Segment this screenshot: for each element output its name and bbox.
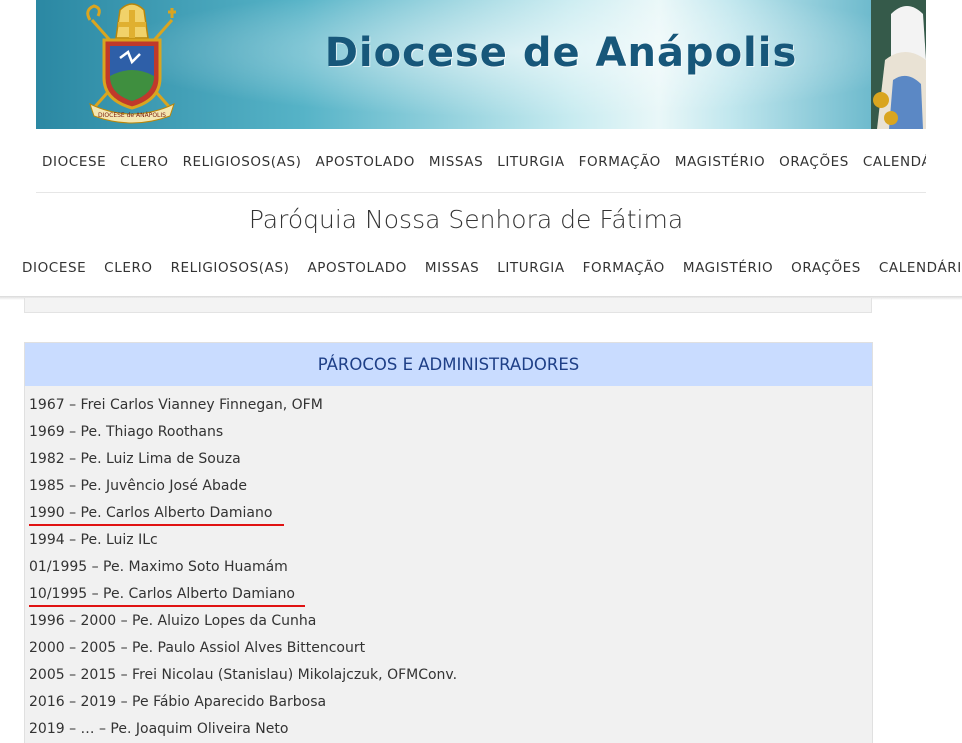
nav-divider bbox=[36, 192, 926, 193]
list-item-text: 01/1995 – Pe. Maximo Soto Huamám bbox=[29, 559, 288, 575]
list-item: 1985 – Pe. Juvêncio José Abade bbox=[29, 473, 872, 500]
nav-item-liturgia[interactable]: LITURGIA bbox=[497, 255, 565, 281]
list-item: 1990 – Pe. Carlos Alberto Damiano bbox=[29, 500, 872, 527]
list-item: 1967 – Frei Carlos Vianney Finnegan, OFM bbox=[29, 392, 872, 419]
previous-content-box bbox=[24, 298, 872, 313]
site-banner[interactable]: DIOCESE de ANÁPOLIS Diocese de Anápolis bbox=[36, 0, 926, 129]
crest-ribbon-text: DIOCESE de ANÁPOLIS bbox=[98, 112, 166, 119]
list-item-text: 1996 – 2000 – Pe. Aluizo Lopes da Cunha bbox=[29, 613, 317, 629]
nav-top-item-missas[interactable]: MISSAS bbox=[429, 150, 483, 174]
list-item-text: 1982 – Pe. Luiz Lima de Souza bbox=[29, 451, 241, 467]
nav-item-apostolado[interactable]: APOSTOLADO bbox=[307, 255, 407, 281]
parochos-list: 1967 – Frei Carlos Vianney Finnegan, OFM… bbox=[25, 386, 872, 743]
statue-icon bbox=[871, 0, 926, 129]
list-item: 2016 – 2019 – Pe Fábio Aparecido Barbosa bbox=[29, 689, 872, 716]
list-item: 1996 – 2000 – Pe. Aluizo Lopes da Cunha bbox=[29, 608, 872, 635]
nav-item-religiosos[interactable]: RELIGIOSOS(AS) bbox=[171, 255, 290, 281]
nav-item-formacao[interactable]: FORMAÇÃO bbox=[583, 255, 665, 281]
nav-top-item-oracoes[interactable]: ORAÇÕES bbox=[779, 150, 849, 174]
list-item: 2000 – 2005 – Pe. Paulo Assiol Alves Bit… bbox=[29, 635, 872, 662]
nav-item-clero[interactable]: CLERO bbox=[104, 255, 152, 281]
nav-item-magisterio[interactable]: MAGISTÉRIO bbox=[683, 255, 773, 281]
nav-top-item-calendario[interactable]: CALENDÁRIO bbox=[863, 150, 926, 174]
list-item-text: 1990 – Pe. Carlos Alberto Damiano bbox=[29, 505, 273, 521]
banner-title: Diocese de Anápolis bbox=[324, 30, 798, 76]
list-item-text: 2000 – 2005 – Pe. Paulo Assiol Alves Bit… bbox=[29, 640, 366, 656]
list-item-text: 2019 – … – Pe. Joaquim Oliveira Neto bbox=[29, 721, 289, 737]
nav-item-calendario[interactable]: CALENDÁRIO bbox=[879, 255, 962, 281]
list-item-text: 2016 – 2019 – Pe Fábio Aparecido Barbosa bbox=[29, 694, 327, 710]
nav-top-item-religiosos[interactable]: RELIGIOSOS(AS) bbox=[183, 150, 302, 174]
list-item-text: 2005 – 2015 – Frei Nicolau (Stanislau) M… bbox=[29, 667, 458, 683]
list-item-text: 1985 – Pe. Juvêncio José Abade bbox=[29, 478, 247, 494]
list-item: 10/1995 – Pe. Carlos Alberto Damiano bbox=[29, 581, 872, 608]
red-underline-annotation bbox=[29, 605, 305, 607]
nav-top-item-liturgia[interactable]: LITURGIA bbox=[497, 150, 565, 174]
list-item: 2019 – … – Pe. Joaquim Oliveira Neto bbox=[29, 716, 872, 743]
nav-item-missas[interactable]: MISSAS bbox=[425, 255, 479, 281]
red-underline-annotation bbox=[29, 524, 284, 526]
parish-title: Paróquia Nossa Senhora de Fátima bbox=[248, 205, 684, 234]
coat-of-arms-icon: DIOCESE de ANÁPOLIS bbox=[86, 3, 176, 124]
list-item-text: 1969 – Pe. Thiago Roothans bbox=[29, 424, 224, 440]
nav-top-item-clero[interactable]: CLERO bbox=[120, 150, 168, 174]
main-nav-top: DIOCESE CLERO RELIGIOSOS(AS) APOSTOLADO … bbox=[36, 150, 926, 174]
list-item: 1969 – Pe. Thiago Roothans bbox=[29, 419, 872, 446]
list-item-text: 1967 – Frei Carlos Vianney Finnegan, OFM bbox=[29, 397, 323, 413]
nav-item-diocese[interactable]: DIOCESE bbox=[22, 255, 86, 281]
nav-top-item-formacao[interactable]: FORMAÇÃO bbox=[579, 150, 661, 174]
nav-top-item-apostolado[interactable]: APOSTOLADO bbox=[315, 150, 415, 174]
list-item: 2005 – 2015 – Frei Nicolau (Stanislau) M… bbox=[29, 662, 872, 689]
list-item-text: 10/1995 – Pe. Carlos Alberto Damiano bbox=[29, 586, 295, 602]
parochos-heading: PÁROCOS E ADMINISTRADORES bbox=[25, 343, 872, 386]
list-item: 1982 – Pe. Luiz Lima de Souza bbox=[29, 446, 872, 473]
nav-item-oracoes[interactable]: ORAÇÕES bbox=[791, 255, 861, 281]
nav-top-item-diocese[interactable]: DIOCESE bbox=[42, 150, 106, 174]
nav-top-item-magisterio[interactable]: MAGISTÉRIO bbox=[675, 150, 765, 174]
list-item: 1994 – Pe. Luiz ILc bbox=[29, 527, 872, 554]
list-item: 01/1995 – Pe. Maximo Soto Huamám bbox=[29, 554, 872, 581]
parochos-section: PÁROCOS E ADMINISTRADORES 1967 – Frei Ca… bbox=[24, 342, 873, 743]
sticky-nav: DIOCESE CLERO RELIGIOSOS(AS) APOSTOLADO … bbox=[0, 255, 962, 281]
list-item-text: 1994 – Pe. Luiz ILc bbox=[29, 532, 158, 548]
